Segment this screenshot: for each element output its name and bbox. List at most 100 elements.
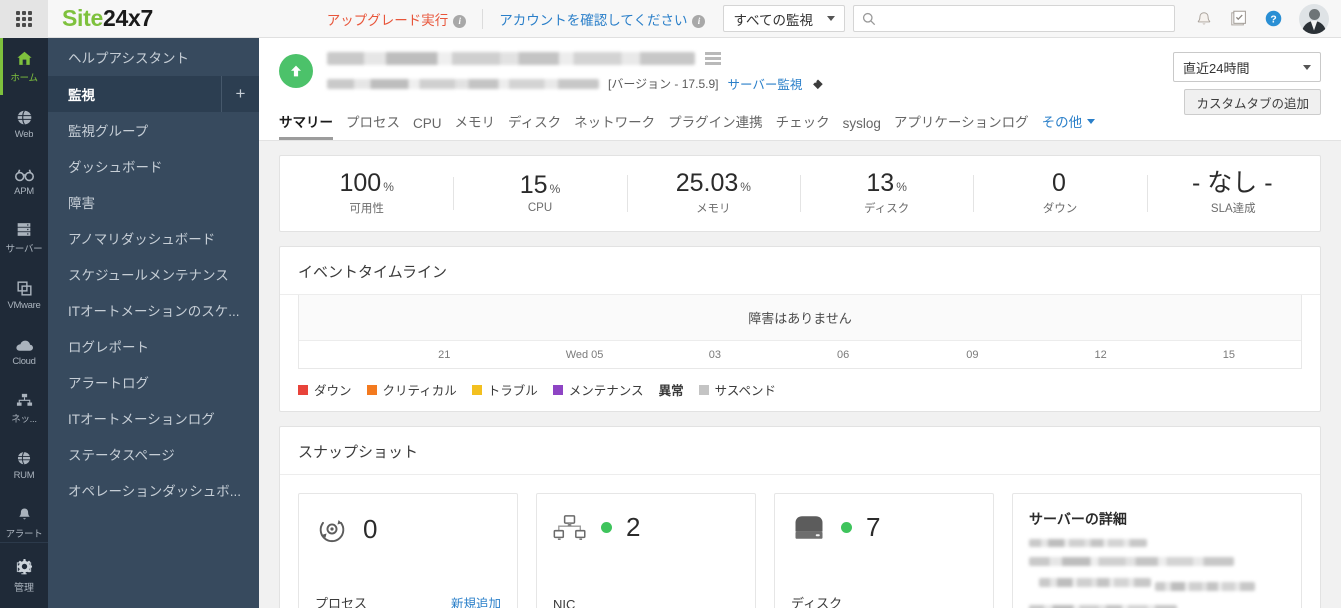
nic-label: NIC [553, 597, 576, 608]
search-input[interactable] [882, 11, 1166, 26]
tab-check[interactable]: チェック [776, 111, 830, 140]
tab-more-label: その他 [1041, 115, 1083, 130]
monitor-name-redacted [327, 52, 695, 65]
rail-label-vmware: VMware [7, 299, 41, 311]
top-bar: Site24x7 アップグレード実行 i アカウントを確認してください i すべての… [0, 0, 1341, 38]
monitor-filter-dropdown[interactable]: すべての監視 [723, 5, 845, 32]
server-detail-redacted [1029, 556, 1234, 566]
kpi-availability: 100% 可用性 [280, 171, 453, 216]
sidebar-label: 監視 [68, 88, 95, 103]
upgrade-link[interactable]: アップグレード実行 i [327, 9, 467, 29]
rail-item-apm[interactable]: APM [0, 152, 48, 209]
legend-swatch [298, 384, 308, 395]
globe-icon [17, 109, 31, 125]
up-arrow-status-icon [279, 54, 313, 88]
tab-application-log[interactable]: アプリケーションログ [894, 111, 1029, 140]
verify-info-icon[interactable]: i [692, 14, 706, 28]
process-label: プロセス [315, 596, 368, 608]
sidebar-item-scheduled-maintenance[interactable]: スケジュールメンテナンス [48, 256, 259, 292]
process-gear-icon [319, 520, 345, 542]
verify-account-link[interactable]: アカウントを確認してください i [499, 9, 706, 29]
monitor-header: [バージョン - 17.5.9] サーバー監視 直近24時間 カスタムタブの追加… [259, 38, 1341, 141]
add-custom-tab-button[interactable]: カスタムタブの追加 [1184, 89, 1321, 115]
rail-item-cloud[interactable]: Cloud [0, 323, 48, 380]
bell-icon[interactable] [1195, 10, 1213, 28]
tab-label: プロセス [346, 115, 400, 130]
network-icon [16, 393, 32, 406]
server-icon [17, 223, 31, 236]
search-box[interactable] [853, 5, 1175, 32]
tab-disk[interactable]: ディスク [508, 111, 561, 140]
kpi-value: 0 [1052, 169, 1066, 197]
rail-item-web[interactable]: Web [0, 95, 48, 152]
kpi-label: CPU [527, 202, 553, 214]
kpi-disk: 13% ディスク [799, 171, 973, 216]
disk-icon [795, 515, 823, 539]
add-monitor-button[interactable]: + [221, 76, 259, 112]
monitor-host-redacted [327, 78, 599, 89]
snapshot-card-disk[interactable]: 7 ディスク [774, 493, 994, 608]
time-period-value: 直近24時間 [1183, 60, 1250, 76]
rail-label-server: サーバー [5, 244, 43, 255]
server-monitor-link[interactable]: サーバー監視 [727, 74, 802, 93]
server-detail-redacted [1039, 577, 1151, 587]
tab-label: サマリー [279, 115, 333, 130]
tab-cpu[interactable]: CPU [413, 116, 442, 140]
user-avatar[interactable] [1299, 3, 1329, 34]
tag-icon[interactable] [811, 77, 825, 91]
sidebar-item-monitor-groups[interactable]: 監視グループ [48, 112, 259, 148]
tab-memory[interactable]: メモリ [455, 111, 496, 140]
time-period-dropdown[interactable]: 直近24時間 [1173, 52, 1321, 82]
rail-label-cloud: Cloud [12, 355, 36, 367]
kpi-summary-panel: 100% 可用性 15% CPU 25.03% メモリ 13% ディスク 0 ダ… [279, 155, 1321, 232]
hamburger-icon[interactable] [705, 52, 721, 65]
tab-process[interactable]: プロセス [346, 111, 400, 140]
rail-item-vmware[interactable]: VMware [0, 266, 48, 323]
sidebar-item-monitors[interactable]: 監視 + [48, 76, 259, 112]
sidebar-item-alert-log[interactable]: アラートログ [48, 364, 259, 400]
rail-item-admin[interactable]: 管理 [0, 542, 48, 608]
snapshot-panel: スナップショット 0 プロセス 新規追加 2 NIC 7 ディスク サーバーの詳… [279, 426, 1321, 608]
tab-summary[interactable]: サマリー [279, 111, 333, 140]
legend-item-maintenance: メンテナンス [552, 380, 644, 399]
snapshot-card-process[interactable]: 0 プロセス 新規追加 [298, 493, 518, 608]
sidebar-item-incidents[interactable]: 障害 [48, 184, 259, 220]
site24x7-logo[interactable]: Site24x7 [62, 5, 153, 32]
sidebar-item-log-report[interactable]: ログレポート [48, 328, 259, 364]
kpi-down: 0 ダウン [973, 171, 1146, 216]
tab-label: メモリ [454, 115, 496, 130]
monitor-tabs: サマリー プロセス CPU メモリ ディスク ネットワーク プラグイン連携 チェ… [279, 111, 1096, 140]
rail-item-home[interactable]: ホーム [0, 38, 48, 95]
snapshot-card-nic[interactable]: 2 NIC [536, 493, 756, 608]
upgrade-info-icon[interactable]: i [453, 14, 467, 28]
secondary-sidebar: ヘルプアシスタント 監視 + 監視グループ ダッシュボード 障害 アノマリダッシ… [48, 38, 259, 608]
svg-text:?: ? [1270, 14, 1276, 25]
tab-more[interactable]: その他 [1042, 111, 1096, 140]
monitor-filter-value: すべての監視 [733, 12, 813, 28]
tab-plugin[interactable]: プラグイン連携 [668, 111, 763, 140]
rail-item-network[interactable]: ネッ... [0, 380, 48, 437]
sidebar-item-anomaly-dashboard[interactable]: アノマリダッシュボード [48, 220, 259, 256]
kpi-sla: - なし - SLA達成 [1146, 171, 1320, 216]
sidebar-label: アノマリダッシュボード [68, 232, 216, 247]
legend-label: ダウン [314, 384, 352, 398]
tab-syslog[interactable]: syslog [843, 116, 881, 140]
sidebar-item-help-assistant[interactable]: ヘルプアシスタント [48, 38, 259, 76]
chevron-down-icon [1087, 118, 1096, 124]
sidebar-item-it-automation-log[interactable]: ITオートメーションログ [48, 400, 259, 436]
sidebar-item-status-page[interactable]: ステータスページ [48, 436, 259, 472]
add-process-link[interactable]: 新規追加 [451, 593, 501, 608]
app-grid-icon[interactable] [0, 0, 48, 38]
legend-item-down: ダウン [298, 380, 352, 399]
rail-item-rum[interactable]: RUM [0, 437, 48, 494]
home-icon [16, 51, 32, 65]
sidebar-label: ログレポート [68, 340, 149, 355]
sidebar-item-dashboard[interactable]: ダッシュボード [48, 148, 259, 184]
sidebar-item-it-automation-schedule[interactable]: ITオートメーションのスケ... [48, 292, 259, 328]
help-icon[interactable]: ? [1264, 9, 1283, 28]
rail-item-server[interactable]: サーバー [0, 209, 48, 266]
tab-network[interactable]: ネットワーク [574, 111, 655, 140]
sidebar-item-operations-dashboard[interactable]: オペレーションダッシュボ... [48, 472, 259, 508]
checklist-icon[interactable] [1229, 9, 1248, 28]
snapshot-cards: 0 プロセス 新規追加 2 NIC 7 ディスク サーバーの詳細 [280, 475, 1320, 608]
